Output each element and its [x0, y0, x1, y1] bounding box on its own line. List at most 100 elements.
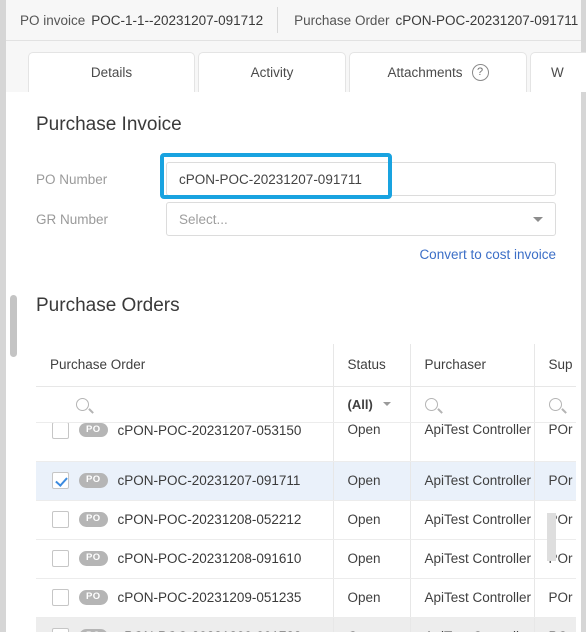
table-row[interactable]: PO cPON-POC-20231207-053150 Open ApiTest… [36, 422, 576, 462]
row-status-cell: Open [332, 461, 410, 501]
po-number-row: PO Number cPON-POC-20231207-091711 [36, 162, 556, 196]
row-purchaser-cell: ApiTest Controller [409, 539, 534, 579]
row-status-text: Open [347, 422, 381, 437]
search-icon[interactable] [76, 398, 89, 412]
tab-activity[interactable]: Activity [198, 52, 346, 92]
row-purchase-order-cell[interactable]: PO cPON-POC-20231207-091711 [36, 461, 333, 501]
table-scrollbar-thumb[interactable] [547, 513, 556, 561]
row-status-cell: Open [332, 422, 410, 462]
gr-number-placeholder: Select... [179, 211, 228, 227]
tab-bar: Details Activity Attachments ? W [6, 41, 586, 92]
breadcrumb-purchase-order-value: cPON-POC-20231207-091711 [395, 12, 579, 28]
chevron-down-icon [382, 402, 391, 406]
row-purchase-order-cell[interactable]: PO cPON-POC-20231207-053150 [36, 422, 333, 462]
row-purchase-order-text: cPON-POC-20231208-052212 [117, 512, 302, 527]
table-row[interactable]: PO cPON-POC-20231207-091711 Open ApiTest… [36, 461, 576, 501]
po-badge: PO [79, 551, 108, 566]
row-supplier-text: POr [548, 422, 573, 437]
convert-to-cost-invoice-link[interactable]: Convert to cost invoice [419, 247, 556, 262]
row-purchase-order-text: cPON-POC-20231207-091711 [117, 473, 301, 488]
breadcrumb-purchase-order[interactable]: Purchase Order cPON-POC-20231207-091711 [278, 13, 578, 28]
filter-purchase-order[interactable] [36, 386, 333, 423]
row-status-cell: Open [332, 578, 410, 618]
column-header-purchaser[interactable]: Purchaser [409, 344, 534, 387]
row-purchaser-cell: ApiTest Controller [409, 617, 534, 632]
table-row[interactable]: PO cPON-POC-20231209-051235 Open ApiTest… [36, 578, 576, 618]
row-checkbox[interactable] [52, 628, 69, 632]
tab-workflow-label: W [551, 65, 564, 80]
row-checkbox[interactable] [52, 422, 69, 439]
row-purchaser-text: ApiTest Controller [424, 422, 532, 437]
row-supplier-cell: POr [533, 461, 576, 501]
row-checkbox[interactable] [52, 589, 69, 606]
filter-supplier[interactable] [533, 386, 576, 423]
right-gutter [581, 0, 586, 632]
gr-number-row: GR Number Select... [36, 202, 556, 236]
po-badge: PO [79, 590, 108, 605]
po-badge: PO [79, 422, 108, 438]
table-row[interactable]: PO cPON-POC-20231208-052212 Open ApiTest… [36, 500, 576, 540]
row-purchaser-cell: ApiTest Controller [409, 461, 534, 501]
search-icon[interactable] [548, 398, 562, 412]
filter-status-value: (All) [347, 396, 373, 412]
row-purchaser-cell: ApiTest Controller [409, 578, 534, 618]
tab-attachments-label: Attachments [387, 65, 463, 80]
row-purchase-order-cell[interactable]: PO cPON-POC-20231209-051235 [36, 578, 333, 618]
filter-purchaser[interactable] [409, 386, 534, 423]
table-header: Purchase Order Status Purchaser Sup [36, 344, 576, 387]
help-icon[interactable]: ? [471, 64, 489, 81]
gr-number-select[interactable]: Select... [166, 202, 556, 236]
chevron-down-icon [533, 217, 543, 222]
row-purchase-order-cell[interactable]: PO cPON-POC-20231208-052212 [36, 500, 333, 540]
page-scrollbar-thumb[interactable] [10, 295, 17, 357]
search-icon[interactable] [424, 398, 438, 412]
breadcrumb-po-invoice-label: PO invoice [20, 12, 86, 28]
filter-status[interactable]: (All) [332, 386, 410, 423]
table-body: (All) PO cPON-POC-20231207-053150 Open A… [36, 386, 576, 632]
row-purchase-order-cell[interactable]: PO cPON-POC-20231208-091610 [36, 539, 333, 579]
tab-activity-label: Activity [250, 65, 294, 80]
table-row[interactable]: PO cPON-POC-20231208-091610 Open ApiTest… [36, 539, 576, 579]
gr-number-label: GR Number [36, 211, 109, 227]
breadcrumb-po-invoice-value: POC-1-1--20231207-091712 [91, 12, 264, 28]
breadcrumb-bar: PO invoice POC-1-1--20231207-091712 Purc… [6, 0, 581, 41]
row-supplier-cell: POr [533, 578, 576, 618]
row-status-cell: Open [332, 539, 410, 579]
row-purchase-order-text: cPON-POC-20231207-053150 [117, 422, 302, 438]
row-purchase-order-text: cPON-POC-20231209-051235 [117, 590, 302, 605]
breadcrumb-purchase-order-label: Purchase Order [294, 12, 390, 28]
table-filter-row: (All) [36, 386, 576, 423]
row-supplier-cell: POr [533, 422, 576, 462]
tab-details[interactable]: Details [28, 52, 195, 92]
row-supplier-cell: POr [533, 617, 576, 632]
row-checkbox[interactable] [52, 550, 69, 567]
po-number-input[interactable]: cPON-POC-20231207-091711 [166, 162, 556, 196]
purchase-orders-table-wrap: Purchase Order Status Purchaser Sup (All… [36, 344, 576, 632]
tab-details-label: Details [90, 65, 133, 80]
table-header-row: Purchase Order Status Purchaser Sup [36, 344, 576, 387]
content-area: Purchase Invoice PO Number cPON-POC-2023… [6, 92, 581, 632]
po-badge: PO [79, 512, 108, 527]
row-checkbox[interactable] [52, 472, 69, 489]
purchase-orders-title: Purchase Orders [36, 295, 180, 316]
tab-attachments[interactable]: Attachments ? [349, 52, 527, 92]
tab-workflow[interactable]: W [530, 52, 586, 92]
column-header-supplier[interactable]: Sup [533, 344, 576, 387]
po-number-label: PO Number [36, 171, 108, 187]
breadcrumb-po-invoice[interactable]: PO invoice POC-1-1--20231207-091712 [6, 13, 263, 28]
purchase-invoice-title: Purchase Invoice [36, 114, 182, 135]
row-checkbox[interactable] [52, 511, 69, 528]
row-purchase-order-text: cPON-POC-20231208-091610 [117, 551, 302, 566]
row-status-cell: Open [332, 500, 410, 540]
row-purchaser-cell: ApiTest Controller [409, 500, 534, 540]
po-badge: PO [79, 473, 108, 488]
help-icon-glyph: ? [476, 66, 484, 78]
column-header-purchase-order[interactable]: Purchase Order [36, 344, 333, 387]
column-header-status[interactable]: Status [332, 344, 410, 387]
purchase-orders-table: Purchase Order Status Purchaser Sup (All… [36, 344, 576, 632]
table-row[interactable]: PO cPON-POC-20231209-091723 Open ApiTest… [36, 617, 576, 632]
row-status-cell: Open [332, 617, 410, 632]
app-page: PO invoice POC-1-1--20231207-091712 Purc… [0, 0, 586, 632]
row-purchaser-cell: ApiTest Controller [409, 422, 534, 462]
row-purchase-order-cell[interactable]: PO cPON-POC-20231209-091723 [36, 617, 333, 632]
